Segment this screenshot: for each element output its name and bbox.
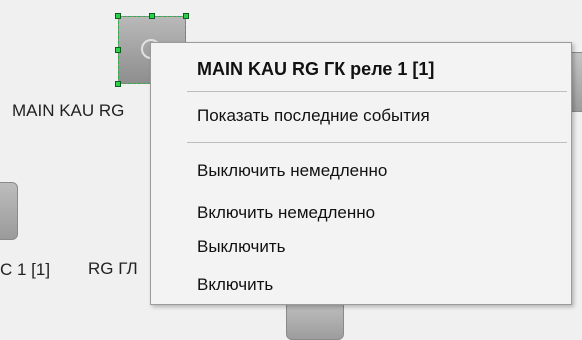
menu-item-show-last-events[interactable]: Показать последние события bbox=[197, 106, 430, 126]
main-device-label: MAIN KAU RG bbox=[12, 101, 125, 120]
selection-handle-top-center[interactable] bbox=[149, 13, 155, 19]
bottom-device-tile[interactable] bbox=[286, 300, 344, 340]
selection-handle-top-right[interactable] bbox=[183, 13, 189, 19]
selection-handle-top-left[interactable] bbox=[115, 13, 121, 19]
menu-item-turn-off[interactable]: Выключить bbox=[197, 237, 285, 257]
menu-separator bbox=[187, 142, 567, 143]
menu-item-turn-off-immediately[interactable]: Выключить немедленно bbox=[197, 161, 387, 181]
menu-title: MAIN KAU RG ГК реле 1 [1] bbox=[197, 59, 435, 79]
context-menu: MAIN KAU RG ГК реле 1 [1] Показать после… bbox=[150, 42, 572, 305]
menu-item-turn-on[interactable]: Включить bbox=[197, 275, 273, 295]
menu-item-turn-on-immediately[interactable]: Включить немедленно bbox=[197, 203, 375, 223]
left-device-label: С 1 [1] bbox=[0, 260, 51, 279]
left-device-tile[interactable] bbox=[0, 182, 18, 240]
menu-separator bbox=[187, 91, 567, 92]
selection-handle-middle-left[interactable] bbox=[115, 47, 121, 53]
selection-handle-bottom-left[interactable] bbox=[115, 81, 121, 87]
rg-device-label: RG ГЛ bbox=[88, 259, 138, 278]
